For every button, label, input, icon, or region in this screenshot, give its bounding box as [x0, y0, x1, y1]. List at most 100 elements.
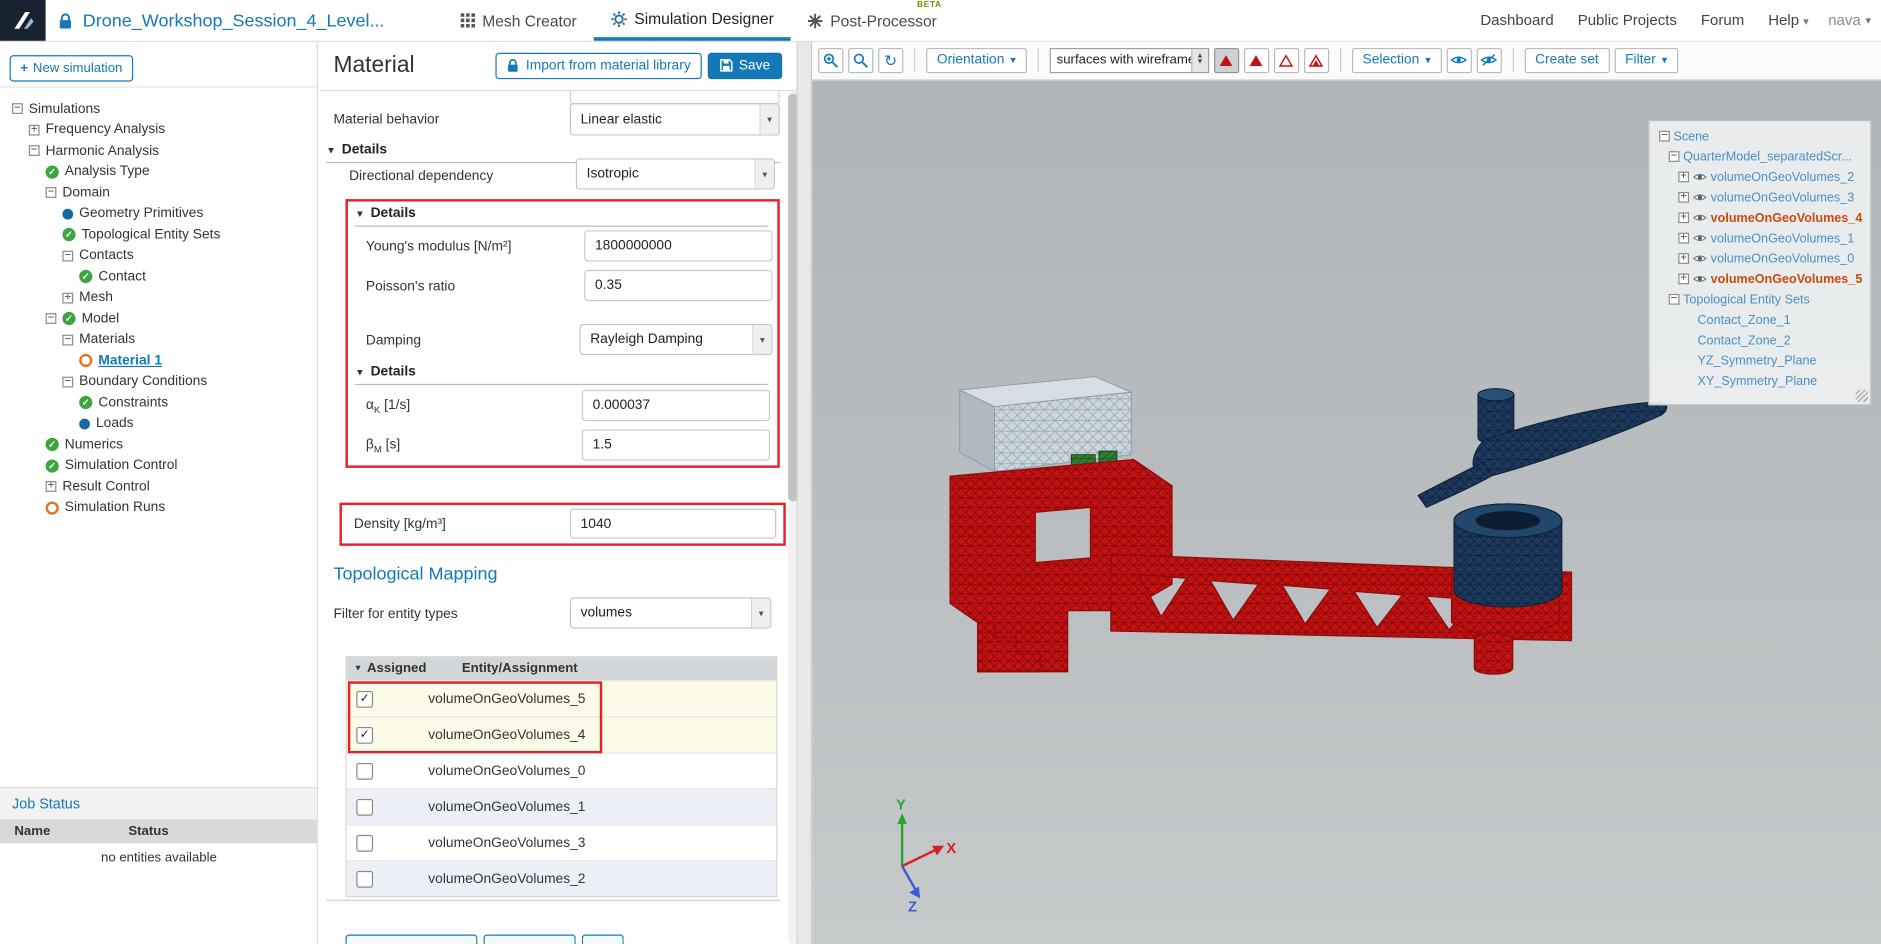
scene-item-yz-symmetry-plane[interactable]: YZ_Symmetry_Plane: [1657, 350, 1871, 370]
scene-item-volumeongeovolumes-2[interactable]: + volumeOnGeoVolumes_2: [1657, 167, 1871, 187]
expand-icon[interactable]: +: [1678, 232, 1690, 244]
tree-item-simulation-control[interactable]: ✓ Simulation Control: [0, 455, 317, 476]
save-button[interactable]: Save: [707, 52, 783, 79]
hide-selection-button[interactable]: [1476, 47, 1502, 73]
assignment-checkbox[interactable]: [356, 798, 374, 816]
zoom-window-button[interactable]: [818, 47, 844, 73]
visibility-eye-icon[interactable]: [1692, 212, 1707, 223]
visibility-eye-icon[interactable]: [1692, 172, 1707, 183]
scene-item-topological-entity-sets[interactable]: − Topological Entity Sets: [1657, 289, 1871, 309]
expand-icon[interactable]: +: [28, 124, 40, 136]
mapping-row-volumeongeovolumes-0[interactable]: volumeOnGeoVolumes_0: [346, 752, 777, 789]
tree-item-topological-entity-sets[interactable]: ✓ Topological Entity Sets: [0, 224, 317, 245]
tree-item-result-control[interactable]: + Result Control: [0, 476, 317, 497]
panel-scrollbar-thumb[interactable]: [788, 93, 797, 502]
nav-help[interactable]: Help ▾: [1768, 12, 1808, 29]
visibility-eye-icon[interactable]: [1692, 192, 1707, 203]
reset-view-button[interactable]: ↻: [878, 47, 904, 73]
axis-triad[interactable]: Y X Z: [896, 798, 956, 916]
collapse-icon[interactable]: −: [1668, 151, 1680, 162]
expand-icon[interactable]: +: [1678, 171, 1690, 183]
user-menu[interactable]: nava ▾: [1828, 0, 1871, 41]
simscale-logo[interactable]: [0, 0, 46, 41]
damping-details-header[interactable]: ▼ Details: [355, 365, 768, 386]
mapping-row-volumeongeovolumes-1[interactable]: volumeOnGeoVolumes_1: [346, 788, 777, 825]
scene-item-quartermodel-separatedscr[interactable]: − QuarterModel_separatedScr...: [1657, 146, 1871, 166]
scene-item-contact-zone-2[interactable]: Contact_Zone_2: [1657, 330, 1871, 350]
scene-item-scene[interactable]: − Scene: [1657, 126, 1871, 146]
display-toggle-surface-button[interactable]: [1243, 47, 1269, 73]
assignment-checkbox[interactable]: [356, 870, 374, 888]
display-toggle-mixed-button[interactable]: [1303, 47, 1329, 73]
tree-item-materials[interactable]: − Materials: [0, 329, 317, 350]
assignment-checkbox[interactable]: [356, 834, 374, 852]
tab-mesh-creator[interactable]: Mesh Creator: [444, 0, 594, 41]
assignment-checkbox-checked[interactable]: ✓: [356, 726, 374, 744]
tree-item-loads[interactable]: Loads: [0, 413, 317, 434]
entity-column-header[interactable]: Entity/Assignment: [462, 661, 578, 675]
beta-m-input[interactable]: [581, 429, 771, 461]
visibility-eye-icon[interactable]: [1692, 253, 1707, 264]
selection-button[interactable]: Selection ▾: [1351, 47, 1442, 73]
scene-item-volumeongeovolumes-4[interactable]: + volumeOnGeoVolumes_4: [1657, 208, 1871, 228]
filter-button[interactable]: Filter ▾: [1614, 47, 1679, 73]
mapping-row-volumeongeovolumes-3[interactable]: volumeOnGeoVolumes_3: [346, 824, 777, 861]
collapse-icon[interactable]: −: [1668, 293, 1680, 305]
poissons-ratio-input[interactable]: [584, 269, 773, 302]
expand-icon[interactable]: +: [45, 481, 57, 493]
expand-icon[interactable]: +: [62, 292, 74, 304]
tree-item-contacts[interactable]: − Contacts: [0, 245, 317, 266]
assignment-checkbox-checked[interactable]: ✓: [356, 690, 374, 708]
scene-item-contact-zone-1[interactable]: Contact_Zone_1: [1657, 310, 1871, 330]
mapping-row-volumeongeovolumes-2[interactable]: volumeOnGeoVolumes_2: [346, 860, 777, 897]
collapse-icon[interactable]: −: [11, 103, 23, 115]
tree-item-boundary-conditions[interactable]: − Boundary Conditions: [0, 371, 317, 392]
damping-select[interactable]: Rayleigh Damping ▾: [579, 323, 773, 356]
collapse-icon[interactable]: −: [28, 145, 40, 157]
mapping-row-volumeongeovolumes-4[interactable]: ✓ volumeOnGeoVolumes_4: [346, 716, 777, 753]
material-behavior-select[interactable]: Linear elastic ▾: [569, 103, 780, 136]
collapse-icon[interactable]: −: [62, 250, 74, 262]
tree-item-simulations[interactable]: − Simulations: [0, 98, 317, 119]
nav-forum[interactable]: Forum: [1701, 12, 1744, 29]
new-simulation-button[interactable]: + New simulation: [9, 55, 134, 82]
display-toggle-solid-button[interactable]: [1213, 47, 1239, 73]
tree-item-simulation-runs[interactable]: Simulation Runs: [0, 497, 317, 518]
tab-post-processor[interactable]: BETA Post-Processor: [791, 0, 954, 41]
tree-item-material-1[interactable]: Material 1: [0, 350, 317, 371]
collapse-icon[interactable]: −: [45, 187, 57, 199]
scene-item-volumeongeovolumes-5[interactable]: + volumeOnGeoVolumes_5: [1657, 269, 1871, 289]
tree-item-geometry-primitives[interactable]: Geometry Primitives: [0, 203, 317, 224]
panel-scrollbar[interactable]: [788, 91, 797, 944]
project-title[interactable]: Drone_Workshop_Session_4_Level...: [83, 10, 385, 30]
expand-icon[interactable]: +: [1678, 273, 1690, 285]
panel-splitter[interactable]: [796, 40, 813, 944]
red-small-cylinder[interactable]: [1473, 632, 1514, 675]
tree-item-harmonic-analysis[interactable]: − Harmonic Analysis: [0, 140, 317, 161]
tree-item-contact[interactable]: ✓ Contact: [0, 266, 317, 287]
collapse-icon[interactable]: −: [45, 313, 57, 325]
cutoff-button-2[interactable]: [483, 934, 576, 944]
render-mode-select[interactable]: surfaces with wireframe ▲ ▼: [1049, 47, 1209, 73]
nav-dashboard[interactable]: Dashboard: [1480, 12, 1553, 29]
scene-item-volumeongeovolumes-1[interactable]: + volumeOnGeoVolumes_1: [1657, 228, 1871, 248]
collapse-icon[interactable]: −: [62, 334, 74, 346]
mapping-row-volumeongeovolumes-5[interactable]: ✓ volumeOnGeoVolumes_5: [346, 680, 777, 717]
visibility-eye-icon[interactable]: [1692, 233, 1707, 244]
tree-item-mesh[interactable]: + Mesh: [0, 287, 317, 308]
density-input[interactable]: [569, 508, 777, 539]
import-material-library-button[interactable]: Import from material library: [495, 52, 702, 79]
show-all-button[interactable]: [1446, 47, 1472, 73]
cutoff-button-1[interactable]: [345, 934, 478, 944]
assignment-checkbox[interactable]: [356, 762, 374, 780]
display-toggle-wire-button[interactable]: [1273, 47, 1299, 73]
directional-dependency-select[interactable]: Isotropic ▾: [575, 158, 775, 190]
scene-item-volumeongeovolumes-0[interactable]: + volumeOnGeoVolumes_0: [1657, 248, 1871, 268]
tree-item-constraints[interactable]: ✓ Constraints: [0, 392, 317, 413]
tree-item-domain[interactable]: − Domain: [0, 182, 317, 203]
create-set-button[interactable]: Create set: [1524, 47, 1610, 73]
filter-entity-types-select[interactable]: volumes ▾: [569, 597, 772, 629]
tree-item-model[interactable]: − ✓ Model: [0, 308, 317, 329]
expand-icon[interactable]: +: [1678, 212, 1690, 224]
collapse-icon[interactable]: −: [62, 376, 74, 388]
